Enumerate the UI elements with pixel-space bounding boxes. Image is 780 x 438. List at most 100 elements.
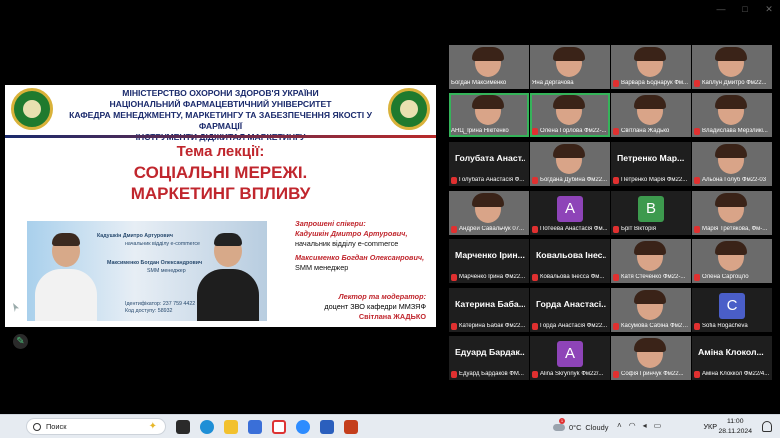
- participant-name-bar: Аміна Клоккол Фм22/4...: [694, 369, 771, 379]
- participant-tile[interactable]: A Потеева Анастасія Фм...: [530, 191, 610, 235]
- participant-name: Альона Голуб Фм22-03: [702, 177, 767, 183]
- participant-tile[interactable]: Богдан Максименко: [449, 45, 529, 89]
- participant-name: Марченко Ірина Фм22...: [459, 274, 526, 280]
- mic-muted-icon: [613, 127, 619, 135]
- speakers-photo-panel: Кадушкін Дмитро Артурович начальник відд…: [27, 221, 267, 321]
- participant-tile[interactable]: Варвара Боднарук Фм...: [611, 45, 691, 89]
- participant-name-bar: Андрей Савальчук 07...: [451, 224, 528, 234]
- slide-header: МІНІСТЕРСТВО ОХОРОНИ ЗДОРОВ'Я УКРАЇНИ НА…: [5, 85, 436, 142]
- mic-muted-icon: [532, 370, 538, 378]
- participant-name: Яна Дергачова: [532, 80, 574, 86]
- weather-widget[interactable]: 1 0°C Cloudy: [553, 415, 608, 438]
- mic-muted-icon: [532, 225, 538, 233]
- participant-name-bar: Богдана Дубина Фм22...: [532, 175, 609, 185]
- participant-name: Владислава Мерзликі...: [702, 128, 768, 134]
- participant-tile[interactable]: Альона Голуб Фм22-03: [692, 142, 772, 186]
- moderator-heading: Лектор та модератор:: [338, 292, 426, 301]
- word-icon[interactable]: [320, 420, 334, 434]
- university-line: НАЦІОНАЛЬНИЙ ФАРМАЦЕВТИЧНИЙ УНІВЕРСИТЕТ: [109, 99, 332, 109]
- participant-tile[interactable]: Софія Гринчук Фм22...: [611, 336, 691, 380]
- opera-icon[interactable]: [272, 420, 286, 434]
- participant-video: [634, 241, 666, 271]
- participant-name: Марія Третякова, Фм-...: [702, 226, 768, 232]
- close-button[interactable]: ✕: [764, 4, 774, 15]
- annotate-pen-icon[interactable]: ✎: [13, 334, 28, 349]
- participant-video: [715, 95, 747, 125]
- participant-tile[interactable]: Богдана Дубина Фм22...: [530, 142, 610, 186]
- participant-avatar: A: [557, 341, 583, 367]
- speaker-1-name: Кадушкін Дмитро Артурович,: [295, 229, 408, 238]
- participant-tile[interactable]: АНЦ_Ірина Нікітенко: [449, 93, 529, 137]
- panel-role-1: начальник відділу e-commerce: [125, 241, 200, 247]
- notification-bell-icon[interactable]: [762, 421, 772, 432]
- participant-tile[interactable]: Аміна Клокол... Аміна Клоккол Фм22/4...: [692, 336, 772, 380]
- participant-name: Sofia Rogacheva: [702, 323, 748, 329]
- participant-tile[interactable]: A Alina Skrynnyk Фм22/...: [530, 336, 610, 380]
- participant-tile[interactable]: Світлана Жадько: [611, 93, 691, 137]
- weather-badge: 1: [559, 418, 565, 424]
- participant-tile[interactable]: Марченко Ірин... Марченко Ірина Фм22...: [449, 239, 529, 283]
- participant-tile[interactable]: Голубата Анаст... Голубата Анастасія Ф...: [449, 142, 529, 186]
- participant-tile[interactable]: Олена Горлова Фм22-...: [530, 93, 610, 137]
- mic-muted-icon: [694, 322, 700, 330]
- participant-tile[interactable]: B Бріт Вікторія: [611, 191, 691, 235]
- participant-display-name: Петренко Мар...: [617, 153, 685, 163]
- speaker-icon[interactable]: ◂: [643, 421, 647, 430]
- store-icon[interactable]: [248, 420, 262, 434]
- task-view-icon[interactable]: [176, 420, 190, 434]
- participant-tile[interactable]: Катя Стеченко Фм22-...: [611, 239, 691, 283]
- participant-tile[interactable]: Олена Саргоцло: [692, 239, 772, 283]
- participant-name-bar: Марченко Ірина Фм22...: [451, 272, 528, 282]
- participant-tile[interactable]: Горда Анастасі... Горда Анастасія Фм22...: [530, 288, 610, 332]
- participant-tile[interactable]: Катерина Баба... Катерина Бабак Фм22...: [449, 288, 529, 332]
- participant-tile[interactable]: Петренко Мар... Петренко Марія Фм22...: [611, 142, 691, 186]
- participant-video: [715, 47, 747, 77]
- participant-tile[interactable]: Марія Третякова, Фм-...: [692, 191, 772, 235]
- participant-avatar: A: [557, 196, 583, 222]
- shared-screen-slide: МІНІСТЕРСТВО ОХОРОНИ ЗДОРОВ'Я УКРАЇНИ НА…: [5, 85, 436, 327]
- participant-name: Світлана Жадько: [621, 128, 670, 134]
- participant-name-bar: Горда Анастасія Фм22...: [532, 321, 609, 331]
- participant-tile[interactable]: C Sofia Rogacheva: [692, 288, 772, 332]
- topic-title-line-1: СОЦІАЛЬНІ МЕРЕЖІ.: [133, 163, 308, 182]
- participant-name: Каплун Дмитро Фм22...: [702, 80, 767, 86]
- participant-display-name: Катерина Баба...: [455, 299, 525, 309]
- minimize-button[interactable]: —: [716, 4, 726, 15]
- participant-name: Богдан Максименко: [451, 80, 507, 86]
- participant-name: Горда Анастасія Фм22...: [540, 323, 608, 329]
- file-explorer-icon[interactable]: [224, 420, 238, 434]
- taskbar-search[interactable]: Поиск ✦: [26, 418, 166, 435]
- department-line: КАФЕДРА МЕНЕДЖМЕНТУ, МАРКЕТИНГУ ТА ЗАБЕЗ…: [69, 110, 372, 131]
- maximize-button[interactable]: □: [740, 4, 750, 15]
- mic-muted-icon: [694, 225, 700, 233]
- participant-tile[interactable]: Яна Дергачова: [530, 45, 610, 89]
- battery-icon[interactable]: ▭: [654, 421, 662, 430]
- participant-name-bar: Alina Skrynnyk Фм22/...: [532, 369, 609, 379]
- participant-name-bar: Яна Дергачова: [532, 78, 609, 88]
- panel-role-2: SMM менеджер: [147, 268, 186, 274]
- moderator-name: Світлана ЖАДЬКО: [358, 312, 426, 321]
- zoom-icon[interactable]: [296, 420, 310, 434]
- search-icon: [33, 422, 41, 431]
- wifi-icon[interactable]: ◠: [629, 421, 636, 430]
- mic-muted-icon: [613, 370, 619, 378]
- participant-tile[interactable]: Касумова Сабіна Фм22...: [611, 288, 691, 332]
- powerpoint-icon[interactable]: [344, 420, 358, 434]
- chevron-up-icon[interactable]: ˄: [617, 421, 622, 430]
- screen: — □ ✕ МІНІСТЕРСТВО ОХОРОНИ ЗДОРОВ'Я УКРА…: [0, 0, 780, 438]
- participant-tile[interactable]: Едуард Бардак... Едуард Бардаков ФМ...: [449, 336, 529, 380]
- participant-name-bar: Петренко Марія Фм22...: [613, 175, 690, 185]
- participant-tile[interactable]: Андрей Савальчук 07...: [449, 191, 529, 235]
- search-placeholder: Поиск: [46, 422, 67, 431]
- participant-tile[interactable]: Владислава Мерзликі...: [692, 93, 772, 137]
- participant-tile[interactable]: Ковальова Інес... Ковальова Інесса Фм...: [530, 239, 610, 283]
- participant-tile[interactable]: Каплун Дмитро Фм22...: [692, 45, 772, 89]
- windows-start-icon[interactable]: [9, 421, 21, 433]
- mic-muted-icon: [613, 273, 619, 281]
- participant-gallery: Богдан Максименко Яна Дергачова Варвара Бо…: [446, 45, 777, 380]
- taskbar-clock[interactable]: 11:00 28.11.2024: [718, 417, 752, 437]
- input-language[interactable]: УКР: [703, 422, 717, 431]
- participant-video: [634, 95, 666, 125]
- mic-muted-icon: [613, 225, 619, 233]
- edge-icon[interactable]: [200, 420, 214, 434]
